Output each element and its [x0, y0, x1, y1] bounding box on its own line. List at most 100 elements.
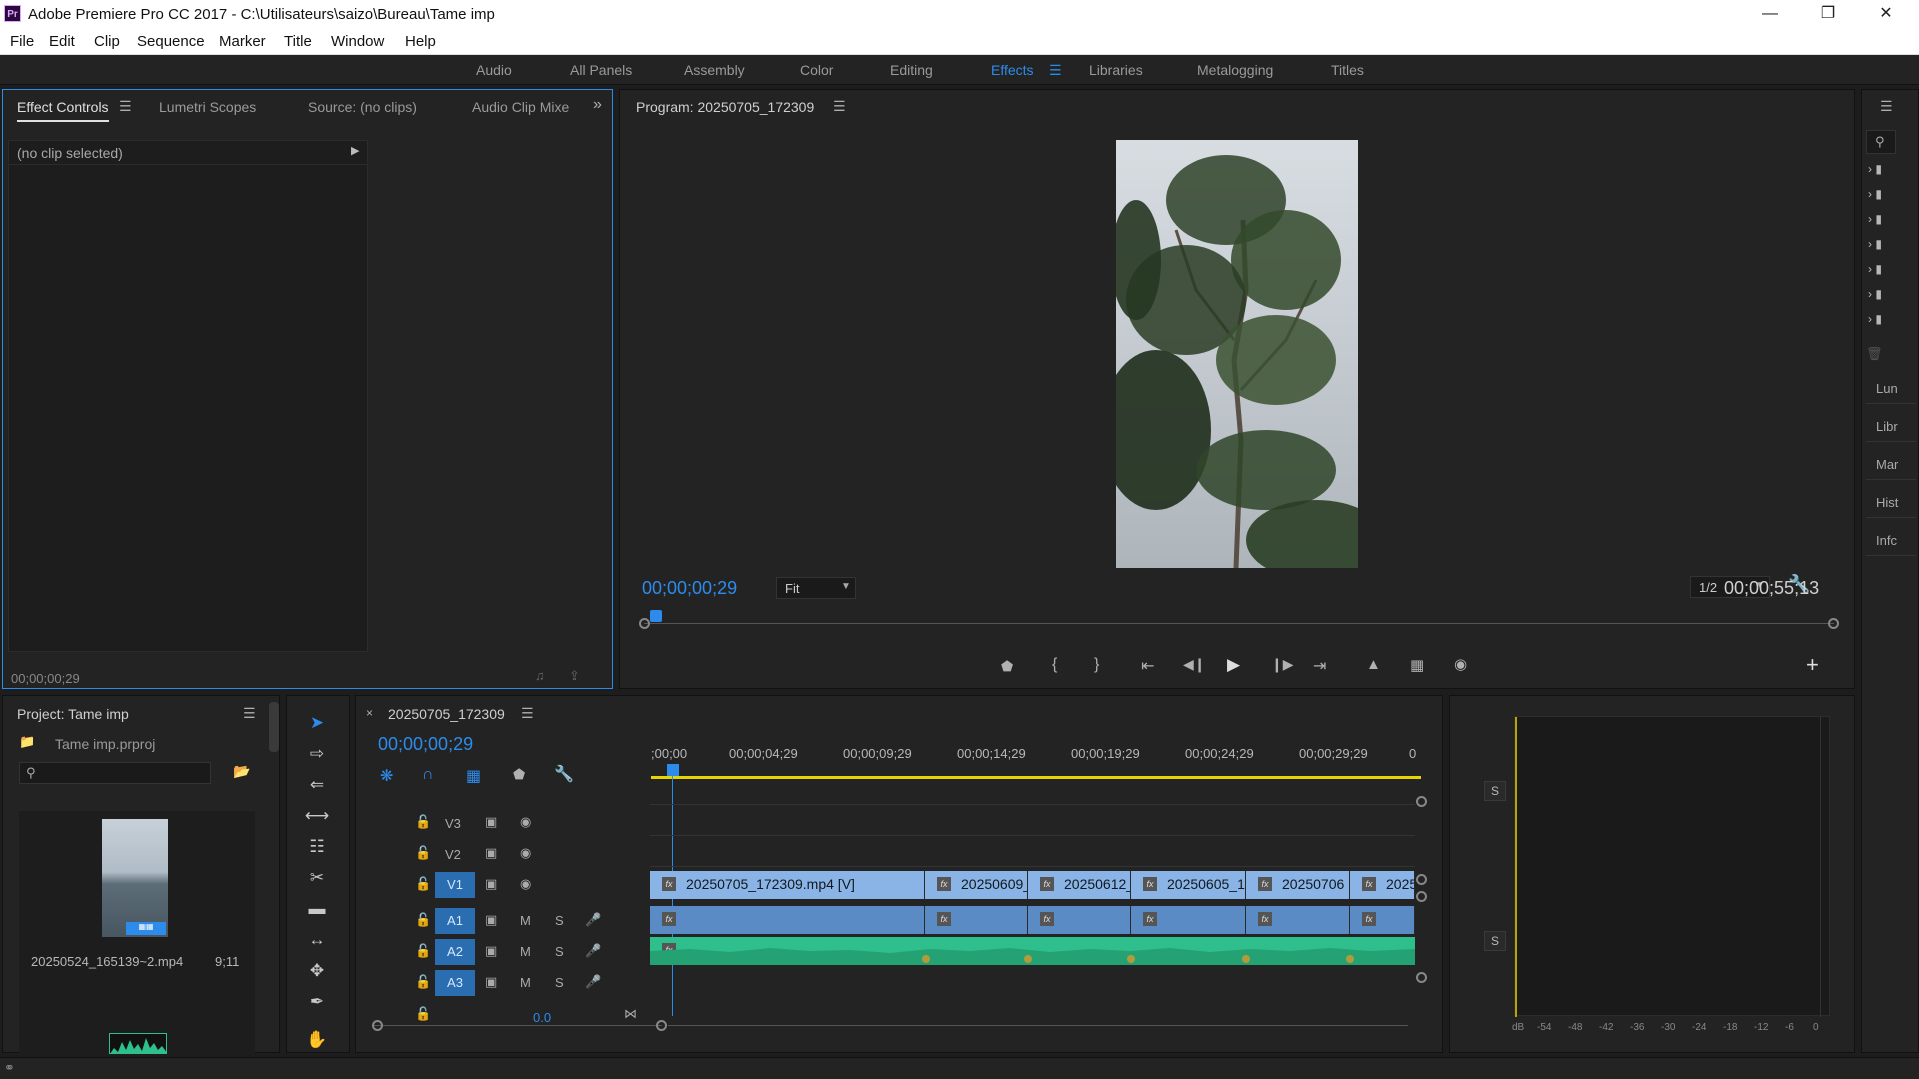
lock-icon[interactable]: 🔓 [415, 974, 431, 990]
timeline-clip-v1[interactable]: fx 20250705_172309.mp4 [V] [650, 871, 925, 899]
video-frame[interactable] [1116, 140, 1358, 568]
step-back-icon[interactable]: ◀❙ [1183, 656, 1206, 673]
play-audio-icon[interactable]: ♫ [535, 668, 545, 683]
pen-tool-icon[interactable]: ✒ [303, 992, 331, 1016]
timeline-playhead-handle[interactable] [667, 764, 679, 776]
menu-marker[interactable]: Marker [219, 33, 266, 50]
workspace-libraries[interactable]: Libraries [1089, 62, 1143, 78]
program-menu-icon[interactable]: ☰ [833, 98, 846, 115]
program-current-time[interactable]: 00;00;00;29 [642, 578, 737, 599]
razor-tool-icon[interactable]: ✂ [303, 868, 331, 892]
sequence-menu-icon[interactable]: ☰ [521, 705, 534, 722]
workspace-effects[interactable]: Effects [991, 62, 1034, 78]
go-to-out-icon[interactable]: ⇥ [1313, 656, 1326, 676]
tab-effect-controls[interactable]: Effect Controls [17, 99, 109, 122]
keyframe-icon[interactable] [1242, 955, 1250, 963]
keyframe-icon[interactable] [1127, 955, 1135, 963]
mute-button[interactable]: M [520, 975, 531, 990]
project-search-input[interactable]: ⚲ [19, 762, 211, 784]
scrub-end-handle[interactable] [1828, 618, 1839, 629]
lock-icon[interactable]: 🔓 [415, 876, 431, 892]
timeline-settings-wrench-icon[interactable]: 🔧 [554, 764, 574, 784]
folder-chevron-icon[interactable]: › ▮ [1868, 287, 1882, 301]
mic-icon[interactable]: 🎤 [585, 912, 601, 928]
workspace-audio[interactable]: Audio [476, 62, 512, 78]
sync-lock-icon[interactable]: ▣ [485, 845, 497, 861]
lock-icon[interactable]: 🔓 [415, 1006, 431, 1022]
program-scrub-bar[interactable] [639, 610, 1839, 634]
folder-chevron-icon[interactable]: › ▮ [1868, 262, 1882, 276]
snap-magnet-icon[interactable]: ∩ [422, 766, 434, 784]
lock-icon[interactable]: 🔓 [415, 912, 431, 928]
slide-tool-icon[interactable]: ↔ [303, 930, 331, 954]
menu-file[interactable]: File [10, 33, 34, 50]
workspace-color[interactable]: Color [800, 62, 833, 78]
effects-search-input[interactable]: ⚲ [1866, 130, 1896, 154]
timeline-clip-v1[interactable]: fx 20250609_ [925, 871, 1028, 899]
work-area-bar[interactable] [651, 776, 1421, 779]
solo-button[interactable]: S [555, 913, 564, 928]
solo-button[interactable]: S [555, 944, 564, 959]
timeline-audio-clip-a2[interactable]: fx [650, 937, 1415, 965]
timeline-audio-clip-a1[interactable]: fx [1350, 906, 1415, 934]
master-end-icon[interactable]: ⋈ [624, 1006, 637, 1022]
mark-out-icon[interactable]: } [1094, 656, 1099, 674]
time-ruler[interactable]: ;00;00 00;00;04;29 00;00;09;29 00;00;14;… [651, 746, 1421, 786]
sync-lock-icon[interactable]: ▣ [485, 943, 497, 959]
workspace-editing[interactable]: Editing [890, 62, 933, 78]
lock-icon[interactable]: 🔓 [415, 845, 431, 861]
menu-edit[interactable]: Edit [49, 33, 75, 50]
menu-title[interactable]: Title [284, 33, 312, 50]
mute-button[interactable]: M [520, 944, 531, 959]
lock-icon[interactable]: 🔓 [415, 943, 431, 959]
track-name-v3[interactable]: V3 [445, 816, 461, 831]
slip-tool-icon[interactable]: ▬ [303, 899, 331, 923]
eye-icon[interactable]: ◉ [520, 876, 531, 892]
panel-menu-icon[interactable]: ☰ [119, 98, 132, 115]
solo-button[interactable]: S [1484, 781, 1506, 801]
tab-audio-clip-mixer[interactable]: Audio Clip Mixe [472, 99, 569, 115]
timeline-scroll-track[interactable] [668, 1025, 1408, 1026]
keyframe-icon[interactable] [1024, 955, 1032, 963]
fit-dropdown[interactable]: Fit ▼ [776, 577, 856, 599]
timeline-clip-v1[interactable]: fx 2025 [1350, 871, 1415, 899]
sync-lock-icon[interactable]: ▣ [485, 974, 497, 990]
linked-selection-icon[interactable]: ▦ [466, 766, 481, 786]
side-tab-libraries[interactable]: Libr [1866, 412, 1916, 442]
track-target-a1[interactable]: A1 [435, 908, 475, 934]
tab-lumetri-scopes[interactable]: Lumetri Scopes [159, 99, 256, 115]
rate-stretch-tool-icon[interactable]: ☷ [303, 837, 331, 861]
timeline-audio-clip-a1[interactable]: fx [650, 906, 925, 934]
workspace-all-panels[interactable]: All Panels [570, 62, 632, 78]
timeline-clip-v1[interactable]: fx 20250612_ [1028, 871, 1131, 899]
track-target-a3[interactable]: A3 [435, 970, 475, 996]
scroll-handle[interactable] [656, 1020, 667, 1031]
workspace-metalogging[interactable]: Metalogging [1197, 62, 1273, 78]
project-scrollbar[interactable] [269, 702, 279, 752]
timeline-clip-v1[interactable]: fx 20250605_1 [1131, 871, 1246, 899]
folder-chevron-icon[interactable]: › ▮ [1868, 187, 1882, 201]
timeline-audio-clip-a1[interactable]: fx [925, 906, 1028, 934]
nest-toggle-icon[interactable]: ❋ [380, 766, 393, 786]
trash-icon[interactable]: 🗑 [1866, 346, 1883, 362]
move-tool-icon[interactable]: ✥ [303, 961, 331, 985]
play-icon[interactable]: ▶ [1227, 655, 1240, 675]
folder-chevron-icon[interactable]: › ▮ [1868, 237, 1882, 251]
workspace-assembly[interactable]: Assembly [684, 62, 745, 78]
keyframe-icon[interactable] [922, 955, 930, 963]
eye-icon[interactable]: ◉ [520, 845, 531, 861]
ripple-edit-tool-icon[interactable]: ⇐ [303, 775, 331, 799]
mute-button[interactable]: M [520, 913, 531, 928]
mic-icon[interactable]: 🎤 [585, 974, 601, 990]
close-sequence-icon[interactable]: × [366, 706, 373, 720]
solo-button[interactable]: S [1484, 931, 1506, 951]
project-menu-icon[interactable]: ☰ [243, 705, 256, 722]
master-volume-value[interactable]: 0.0 [533, 1010, 551, 1025]
track-target-v1[interactable]: V1 [435, 872, 475, 898]
menu-clip[interactable]: Clip [94, 33, 120, 50]
workspace-menu-icon[interactable]: ☰ [1049, 62, 1062, 79]
scrub-start-handle[interactable] [639, 618, 650, 629]
keyframe-icon[interactable] [1346, 955, 1354, 963]
tab-source[interactable]: Source: (no clips) [308, 99, 417, 115]
vertical-zoom-handle[interactable] [1416, 891, 1427, 902]
